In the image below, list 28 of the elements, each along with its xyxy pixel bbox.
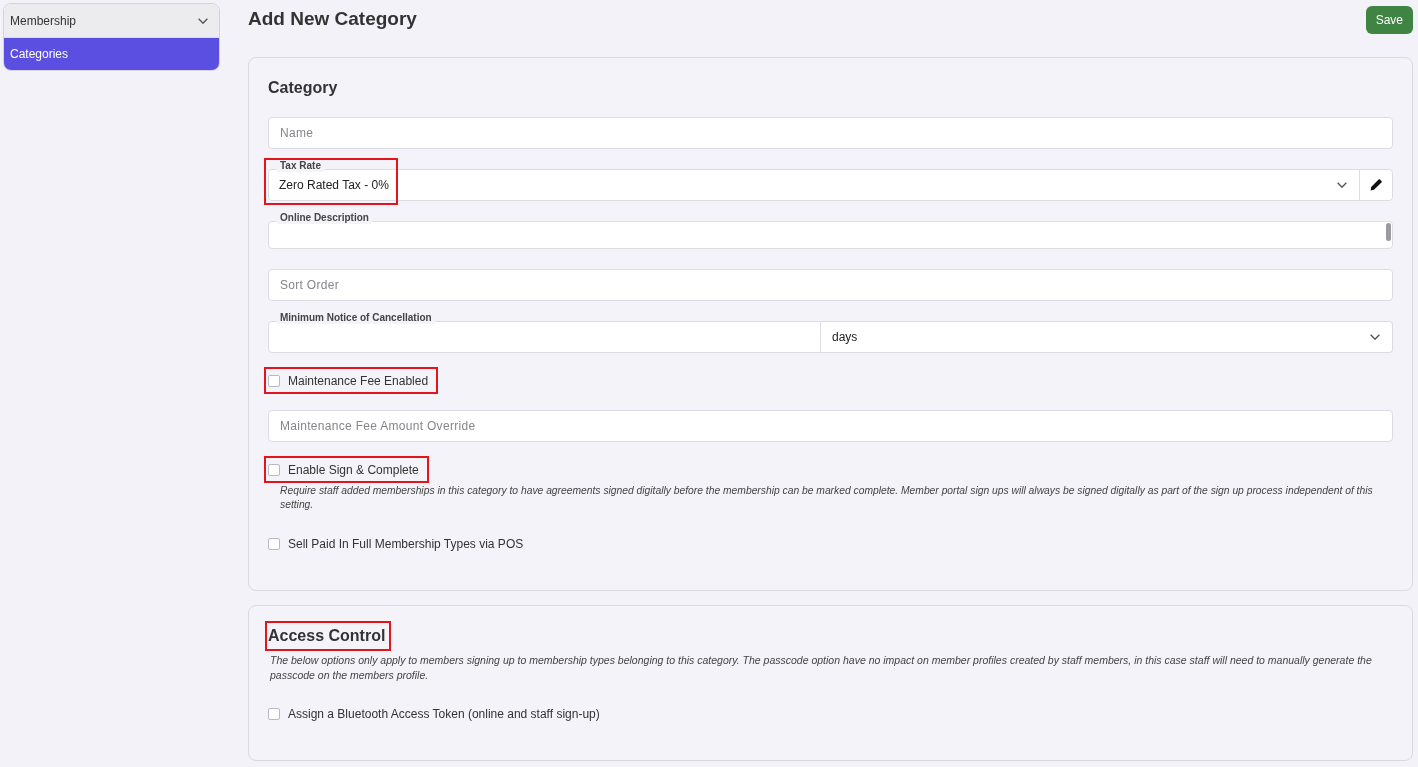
checkbox[interactable]: [268, 463, 280, 476]
checkbox[interactable]: [268, 707, 280, 720]
checkbox-label: Enable Sign & Complete: [288, 462, 419, 477]
section-note: The below options only apply to members signing up to membership types belonging to this category. The passcode option have no impact on member profiles created by staff members, in this case staff will need to manually generate the passcode on the members profile.: [268, 653, 1373, 683]
field-label: Tax Rate: [276, 160, 325, 172]
checkbox-label: Maintenance Fee Enabled: [288, 373, 429, 388]
field-label: Minimum Notice of Cancellation: [276, 312, 436, 324]
checkbox-label: Sell Paid In Full Membership Types via POS: [288, 536, 524, 551]
field-label: Online Description: [276, 212, 373, 224]
chevron-icon: [1370, 334, 1380, 340]
checkbox-label: Assign a Bluetooth Access Token (online and staff sign-up): [288, 706, 600, 721]
text-field[interactable]: Name: [268, 117, 1393, 149]
select-field[interactable]: days: [821, 321, 1393, 353]
text-field[interactable]: [268, 321, 821, 353]
textarea-field[interactable]: [268, 221, 1393, 249]
sidebar-group[interactable]: Membership: [4, 4, 219, 38]
page-title: Add New Category: [248, 6, 417, 31]
help-text: Require staff added memberships in this category to have agreements signed digitally before the membership can be marked complete. Member portal sign ups will always be signed digitally as part of the sign up process independent of this setting.: [279, 484, 1374, 512]
checkbox[interactable]: [268, 537, 280, 550]
save-button[interactable]: Save: [1365, 6, 1413, 34]
checkbox[interactable]: [268, 374, 280, 387]
sidebar-item[interactable]: Categories: [4, 38, 219, 70]
text-field[interactable]: Sort Order: [268, 269, 1393, 301]
text-field[interactable]: Maintenance Fee Amount Override: [268, 410, 1393, 442]
section-title: Category: [268, 78, 338, 98]
scrollbar-thumb[interactable]: [1386, 223, 1391, 241]
chevron-icon: [198, 17, 208, 24]
section-title: Access Control: [268, 626, 386, 646]
